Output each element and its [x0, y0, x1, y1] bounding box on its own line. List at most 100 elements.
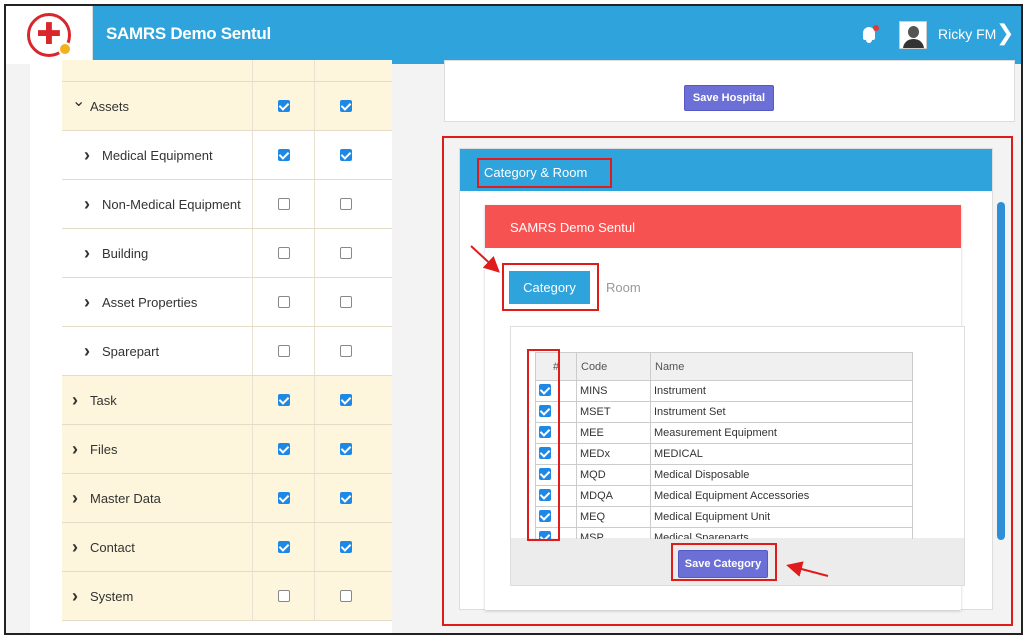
permission-cell: [314, 425, 376, 473]
notification-bell-icon[interactable]: [861, 25, 879, 45]
permission-row: › System: [62, 572, 392, 621]
permission-checkbox[interactable]: [277, 541, 290, 553]
permission-checkbox[interactable]: [339, 492, 352, 504]
permission-cell: [314, 180, 376, 228]
permission-row-toggle[interactable]: › Master Data: [62, 474, 252, 522]
permission-row-toggle[interactable]: › Sparepart: [62, 327, 252, 375]
chevron-right-icon: ›: [84, 242, 90, 263]
permission-row-toggle[interactable]: › Building: [62, 229, 252, 277]
permission-checkbox[interactable]: [277, 492, 290, 504]
permission-cell: [252, 180, 314, 228]
medical-cross-icon: ✚: [27, 13, 72, 57]
permission-row: ⌄ Assets: [62, 82, 392, 131]
permission-cell: [314, 523, 376, 571]
permission-cell: [314, 572, 376, 620]
table-row: MSP Medical Spareparts: [535, 527, 913, 539]
cell-name: Medical Equipment Unit: [650, 506, 913, 528]
annotation-box-title: [477, 158, 612, 188]
permission-cell: [252, 376, 314, 424]
permission-row-toggle[interactable]: › System: [62, 572, 252, 620]
save-hospital-button[interactable]: Save Hospital: [684, 85, 774, 111]
permission-row-toggle[interactable]: › Task: [62, 376, 252, 424]
permission-label: System: [90, 588, 134, 604]
permission-checkbox[interactable]: [339, 394, 352, 406]
permission-cell: [252, 572, 314, 620]
permission-row: › Asset Properties: [62, 278, 392, 327]
permission-label: Sparepart: [102, 343, 160, 359]
cell-name: MEDICAL: [650, 443, 913, 465]
permission-checkbox[interactable]: [277, 198, 290, 210]
permission-row-toggle[interactable]: › Contact: [62, 523, 252, 571]
column-header-code: Code: [576, 352, 651, 381]
permission-checkbox[interactable]: [277, 590, 290, 602]
scrollbar-thumb[interactable]: [997, 202, 1005, 540]
permission-checkbox[interactable]: [277, 394, 290, 406]
permission-row: › Files: [62, 425, 392, 474]
permission-label: Building: [102, 245, 149, 261]
annotation-box-category-tab: [502, 263, 599, 311]
cell-code: MEE: [576, 422, 651, 444]
hospital-card-header: SAMRS Demo Sentul: [485, 205, 961, 248]
permission-checkbox[interactable]: [277, 296, 290, 308]
permission-checkbox[interactable]: [339, 100, 352, 112]
cell-name: Medical Spareparts: [650, 527, 913, 539]
permission-checkbox[interactable]: [277, 443, 290, 455]
permission-cell: [314, 229, 376, 277]
table-row: MDQA Medical Equipment Accessories: [535, 485, 913, 507]
table-row: MSET Instrument Set: [535, 401, 913, 423]
permission-cell: [252, 131, 314, 179]
permission-label: Non-Medical Equipment: [102, 196, 241, 212]
annotation-box-checkbox-column: [527, 349, 560, 541]
permission-label: Medical Equipment: [102, 147, 213, 163]
permission-checkbox[interactable]: [339, 443, 352, 455]
permission-checkbox[interactable]: [277, 247, 290, 259]
tab-room[interactable]: Room: [606, 280, 641, 295]
permission-checkbox[interactable]: [277, 100, 290, 112]
permission-row-toggle[interactable]: › Non-Medical Equipment: [62, 180, 252, 228]
permission-row: › Master Data: [62, 474, 392, 523]
permission-cell: [252, 82, 314, 130]
permission-checkbox[interactable]: [277, 345, 290, 357]
permission-checkbox[interactable]: [339, 296, 352, 308]
permission-row: › Sparepart: [62, 327, 392, 376]
category-table-scroll[interactable]: # Code Name MINS Instrument MSET Instrument…: [535, 352, 913, 539]
permission-table: ⌄ Assets › Medical Equipment › Non-Medical Eq…: [62, 60, 392, 621]
permission-row-toggle[interactable]: › Files: [62, 425, 252, 473]
cell-name: Measurement Equipment: [650, 422, 913, 444]
permission-checkbox[interactable]: [339, 149, 352, 161]
permission-row-toggle[interactable]: › Asset Properties: [62, 278, 252, 326]
permission-label: Asset Properties: [102, 294, 198, 310]
permission-checkbox[interactable]: [339, 198, 352, 210]
user-avatar[interactable]: [899, 21, 927, 49]
app-logo[interactable]: ✚: [6, 6, 93, 64]
permission-label: Master Data: [90, 490, 161, 506]
permission-checkbox[interactable]: [339, 345, 352, 357]
permission-checkbox[interactable]: [339, 541, 352, 553]
permission-label: Task: [90, 392, 117, 408]
top-bar: ✚ SAMRS Demo Sentul Ricky FM ❯: [6, 6, 1021, 64]
permission-cell: [314, 376, 376, 424]
cell-code: MSET: [576, 401, 651, 423]
table-row: MINS Instrument: [535, 380, 913, 402]
permission-checkbox[interactable]: [339, 247, 352, 259]
permission-checkbox[interactable]: [339, 590, 352, 602]
cell-code: MEQ: [576, 506, 651, 528]
cell-name: Instrument Set: [650, 401, 913, 423]
chevron-right-icon[interactable]: ❯: [996, 20, 1014, 46]
permission-row-toggle[interactable]: › Medical Equipment: [62, 131, 252, 179]
cell-name: Instrument: [650, 380, 913, 402]
permission-cell: [252, 474, 314, 522]
user-name[interactable]: Ricky FM: [938, 26, 996, 42]
permission-label: Contact: [90, 539, 135, 555]
cell-code: MDQA: [576, 485, 651, 507]
column-header-name: Name: [650, 352, 913, 381]
cell-code: MEDx: [576, 443, 651, 465]
cell-code: MINS: [576, 380, 651, 402]
permission-cell: [252, 229, 314, 277]
hospital-name: SAMRS Demo Sentul: [510, 220, 635, 235]
permission-cell: [252, 278, 314, 326]
table-row: MQD Medical Disposable: [535, 464, 913, 486]
permission-row-toggle[interactable]: ⌄ Assets: [62, 82, 252, 130]
permission-label: Assets: [90, 98, 130, 114]
permission-checkbox[interactable]: [277, 149, 290, 161]
